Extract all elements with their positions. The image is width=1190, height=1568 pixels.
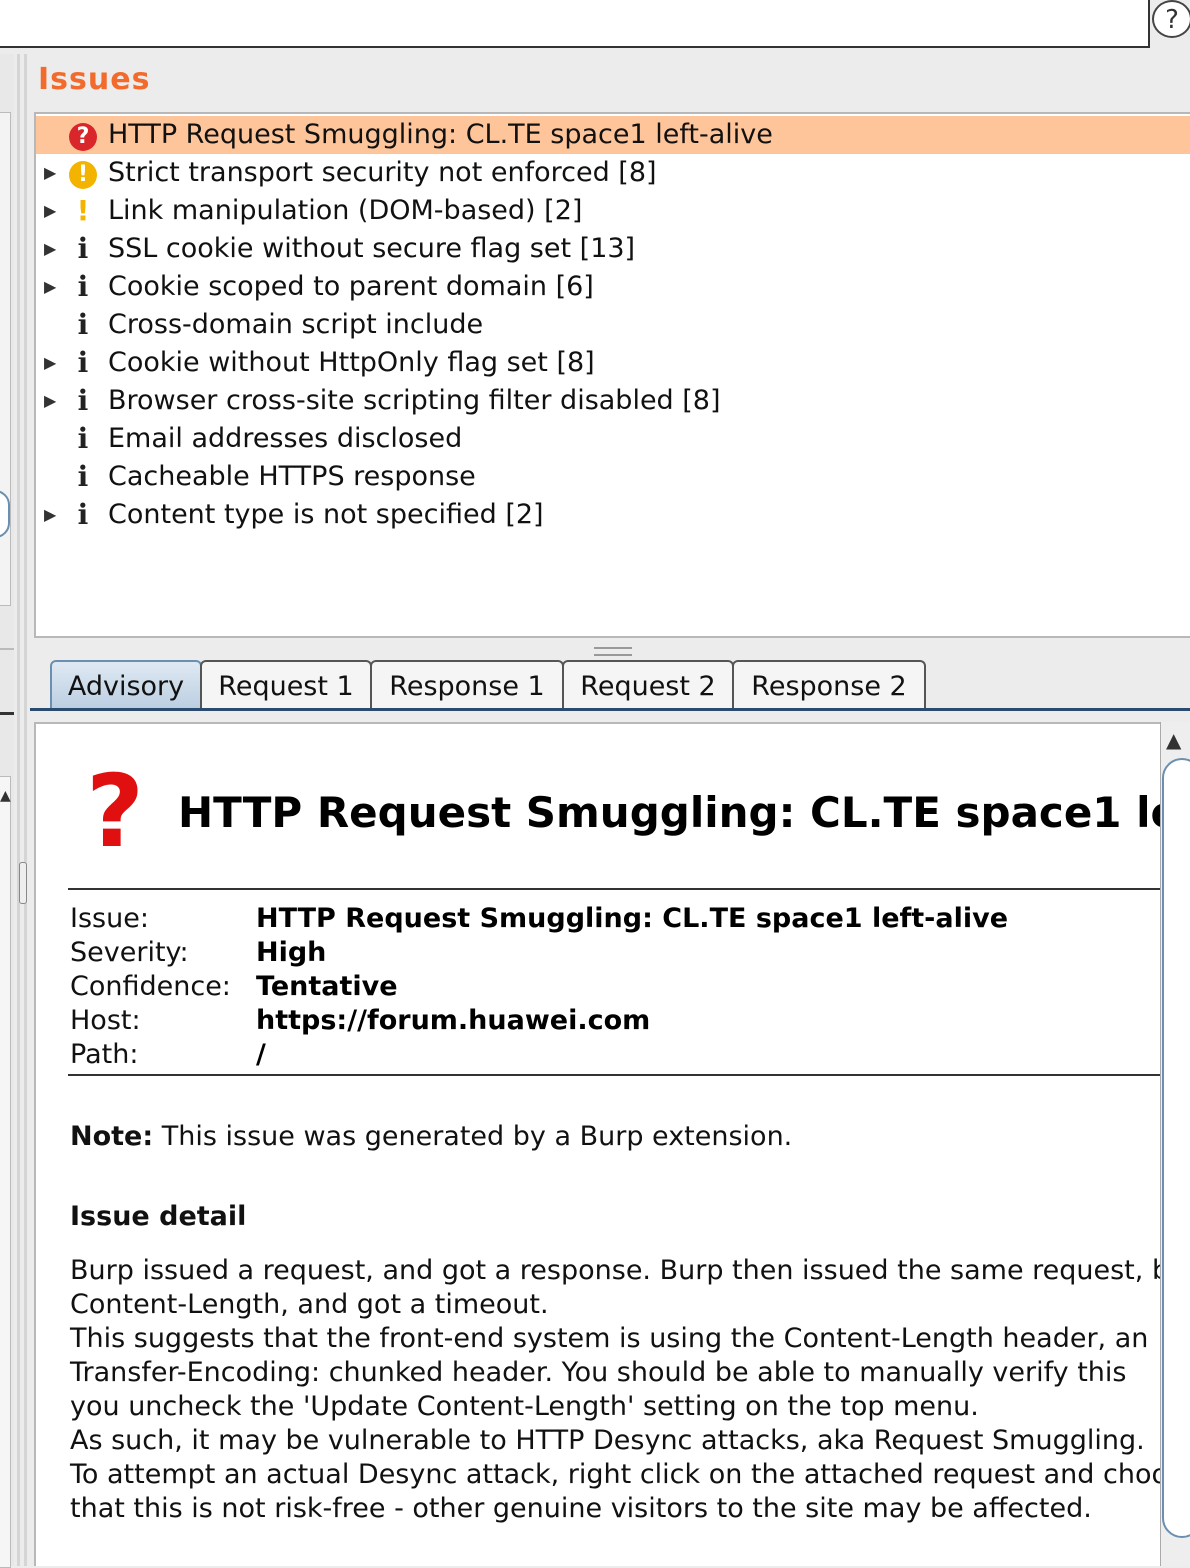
info-icon: i	[77, 498, 89, 531]
left-tab-rule	[0, 712, 14, 715]
issue-label: Cookie scoped to parent domain [6]	[108, 271, 594, 302]
issue-row[interactable]: i Cacheable HTTPS response	[36, 458, 1190, 496]
expand-arrow-icon[interactable]: ▶	[44, 496, 56, 534]
tab-underline	[30, 708, 1190, 711]
issue-label: Strict transport security not enforced […	[108, 157, 657, 188]
tab-request-2[interactable]: Request 2	[562, 660, 734, 708]
detail-line: that this is not risk-free - other genui…	[70, 1493, 1092, 1524]
issue-detail-text: Burp issued a request, and got a respons…	[70, 1254, 1160, 1526]
tab-response-1[interactable]: Response 1	[370, 660, 564, 708]
issues-heading: Issues	[38, 62, 151, 97]
tab-advisory[interactable]: Advisory	[50, 660, 202, 708]
issue-label: Issue:	[70, 903, 149, 934]
issue-label: HTTP Request Smuggling: CL.TE space1 lef…	[108, 119, 773, 150]
issue-value: HTTP Request Smuggling: CL.TE space1 lef…	[256, 903, 1009, 934]
detail-line: This suggests that the front-end system …	[70, 1323, 1149, 1354]
detail-line: you uncheck the 'Update Content-Length' …	[70, 1391, 979, 1422]
detail-line: Transfer-Encoding: chunked header. You s…	[70, 1357, 1127, 1388]
left-content-pane	[0, 776, 11, 1568]
host-value: https://forum.huawei.com	[256, 1005, 651, 1036]
divider	[68, 1074, 1160, 1076]
detail-line: Content-Length, and got a timeout.	[70, 1289, 549, 1320]
detail-line: Burp issued a request, and got a respons…	[70, 1255, 1160, 1286]
issue-label: Email addresses disclosed	[108, 423, 463, 454]
info-icon: i	[77, 346, 89, 379]
left-separator	[0, 648, 14, 650]
question-icon: ?	[68, 120, 98, 151]
issue-row-selected[interactable]: ? HTTP Request Smuggling: CL.TE space1 l…	[36, 116, 1190, 154]
warning-icon: !	[68, 158, 98, 189]
severity-value: High	[256, 937, 327, 968]
tab-response-2[interactable]: Response 2	[732, 660, 926, 708]
info-icon: i	[77, 232, 89, 265]
issue-detail-heading: Issue detail	[70, 1201, 247, 1232]
issue-label: Content type is not specified [2]	[108, 499, 544, 530]
exclamation-icon: !	[76, 194, 90, 227]
note-label: Note:	[70, 1121, 154, 1152]
question-icon: ?	[86, 753, 145, 870]
issue-row[interactable]: ▶ i Browser cross-site scripting filter …	[36, 382, 1190, 420]
divider	[68, 888, 1160, 890]
split-grip[interactable]	[19, 862, 27, 904]
issue-row[interactable]: i Cross-domain script include	[36, 306, 1190, 344]
expand-arrow-icon[interactable]: ▶	[44, 268, 56, 306]
scroll-up-arrow-icon[interactable]: ▲	[0, 788, 11, 804]
path-label: Path:	[70, 1039, 139, 1070]
confidence-label: Confidence:	[70, 971, 231, 1002]
expand-arrow-icon[interactable]: ▶	[44, 154, 56, 192]
issue-row[interactable]: ▶ i SSL cookie without secure flag set […	[36, 230, 1190, 268]
split-divider[interactable]	[17, 54, 20, 1566]
splitter-grip-icon[interactable]	[594, 647, 632, 656]
expand-arrow-icon[interactable]: ▶	[44, 344, 56, 382]
expand-arrow-icon[interactable]: ▶	[44, 382, 56, 420]
issue-row[interactable]: ▶ i Content type is not specified [2]	[36, 496, 1190, 534]
path-value: /	[256, 1039, 266, 1070]
info-icon: i	[77, 460, 89, 493]
info-icon: i	[77, 308, 89, 341]
issue-row[interactable]: ▶ ! Strict transport security not enforc…	[36, 154, 1190, 192]
issue-row[interactable]: ▶ ! Link manipulation (DOM-based) [2]	[36, 192, 1190, 230]
expand-arrow-icon[interactable]: ▶	[44, 192, 56, 230]
note: Note: This issue was generated by a Burp…	[70, 1120, 792, 1154]
severity-label: Severity:	[70, 937, 189, 968]
confidence-value: Tentative	[256, 971, 398, 1002]
help-icon[interactable]: ?	[1152, 0, 1190, 38]
info-icon: i	[77, 384, 89, 417]
advisory-panel[interactable]: ? HTTP Request Smuggling: CL.TE space1 l…	[34, 722, 1160, 1566]
scroll-up-arrow-icon[interactable]: ▲	[1166, 728, 1181, 752]
issue-row[interactable]: ▶ i Cookie without HttpOnly flag set [8]	[36, 344, 1190, 382]
issue-row[interactable]: ▶ i Cookie scoped to parent domain [6]	[36, 268, 1190, 306]
note-text: This issue was generated by a Burp exten…	[153, 1121, 793, 1152]
info-icon: i	[77, 422, 89, 455]
issue-row[interactable]: i Email addresses disclosed	[36, 420, 1190, 458]
issue-label: SSL cookie without secure flag set [13]	[108, 233, 636, 264]
issue-label: Link manipulation (DOM-based) [2]	[108, 195, 583, 226]
issue-label: Cookie without HttpOnly flag set [8]	[108, 347, 595, 378]
issues-list[interactable]: ? HTTP Request Smuggling: CL.TE space1 l…	[34, 112, 1190, 638]
detail-line: As such, it may be vulnerable to HTTP De…	[70, 1425, 1145, 1456]
issue-label: Cacheable HTTPS response	[108, 461, 476, 492]
split-divider[interactable]	[24, 54, 27, 1566]
detail-line: To attempt an actual Desync attack, righ…	[70, 1459, 1160, 1490]
advisory-title: HTTP Request Smuggling: CL.TE space1 lef…	[178, 788, 1160, 837]
tab-request-1[interactable]: Request 1	[200, 660, 372, 708]
scrollbar-thumb[interactable]	[1162, 758, 1190, 1538]
expand-arrow-icon[interactable]: ▶	[44, 230, 56, 268]
issue-label: Browser cross-site scripting filter disa…	[108, 385, 721, 416]
top-search-bar[interactable]	[0, 0, 1150, 48]
info-icon: i	[77, 270, 89, 303]
issue-label: Cross-domain script include	[108, 309, 484, 340]
host-label: Host:	[70, 1005, 141, 1036]
